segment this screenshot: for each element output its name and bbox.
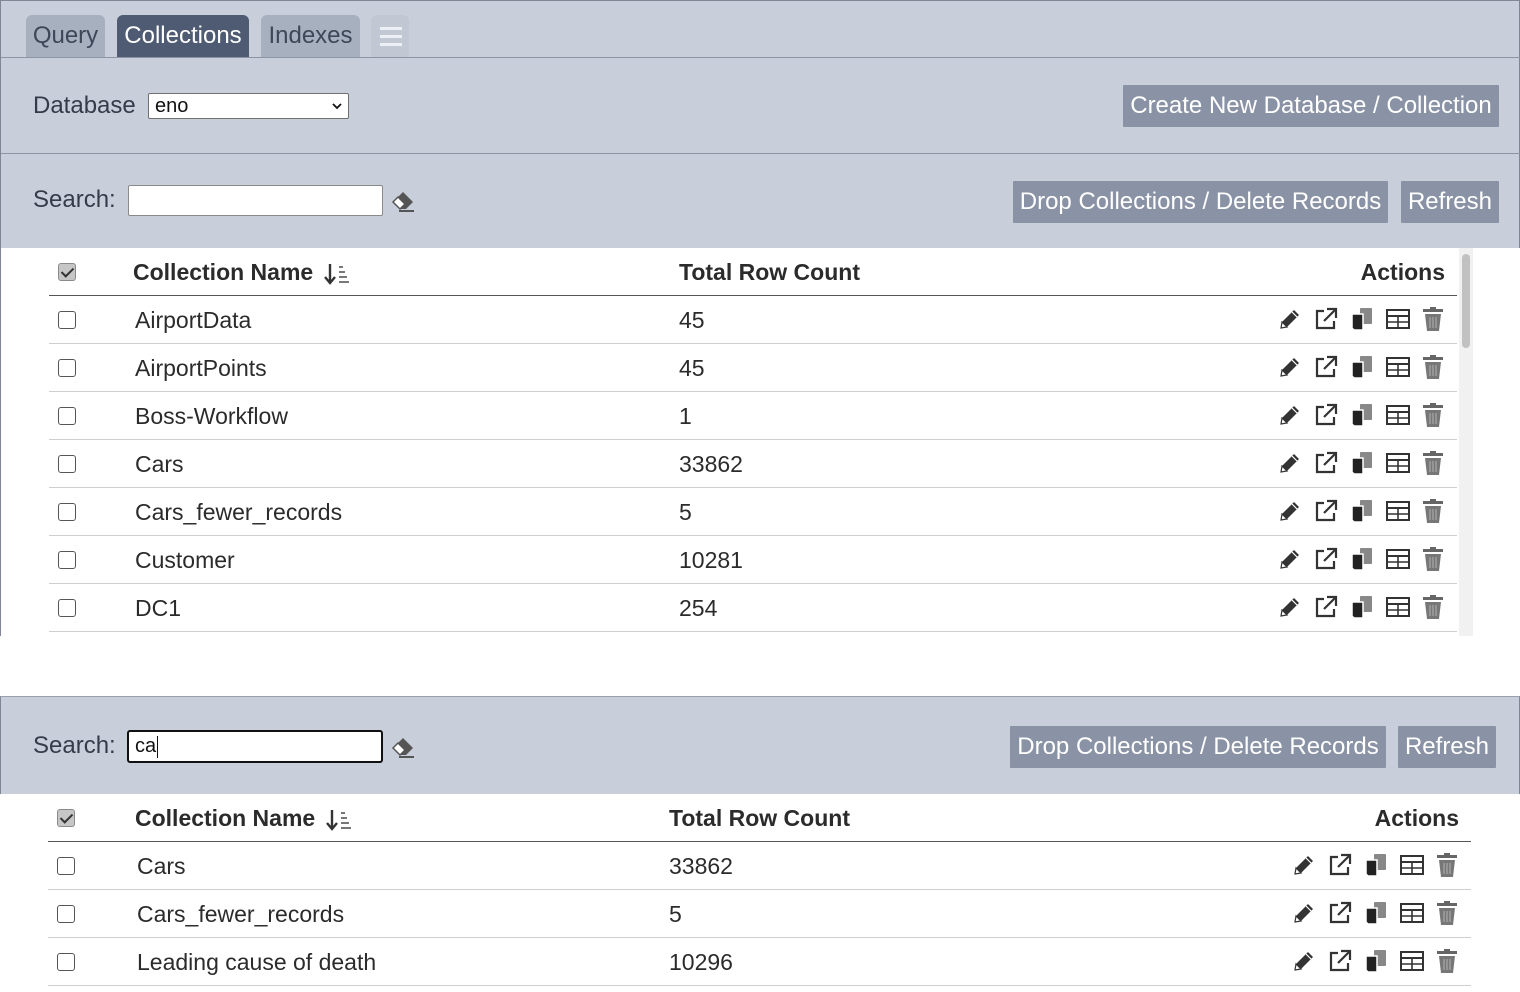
collection-name[interactable]: AirportData <box>135 296 251 344</box>
table-row: Cars 33862 <box>48 842 1471 890</box>
row-actions <box>1277 402 1447 430</box>
row-actions <box>1277 546 1447 574</box>
database-select[interactable]: eno <box>148 93 349 119</box>
search-input[interactable]: ca <box>127 730 383 763</box>
table-header: Collection Name Total Row Count Actions <box>49 248 1457 296</box>
row-count: 5 <box>669 901 682 927</box>
table-row: Boss-Workflow 1 <box>49 392 1457 440</box>
table-row: Cars 33862 <box>49 440 1457 488</box>
database-select-value: eno <box>155 95 189 117</box>
row-count: 33862 <box>679 451 743 477</box>
table-row: Leading cause of death 10296 <box>48 938 1471 986</box>
select-all-checkbox[interactable] <box>57 809 75 827</box>
search-input-value: ca <box>135 735 157 757</box>
row-checkbox[interactable] <box>57 857 75 875</box>
collection-name[interactable]: DC1 <box>135 584 181 632</box>
collections-panel: Query Collections Indexes Database eno C… <box>0 0 1520 248</box>
row-checkbox[interactable] <box>57 953 75 971</box>
collections-table: Collection Name Total Row Count Actions … <box>0 248 1520 636</box>
drop-collections-button[interactable]: Drop Collections / Delete Records <box>1010 726 1386 768</box>
search-input[interactable] <box>128 185 383 216</box>
column-header-name[interactable]: Collection Name <box>135 794 352 842</box>
search-label: Search: <box>33 186 116 213</box>
search-panel-filtered: Search: ca Drop Collections / Delete Rec… <box>0 696 1520 794</box>
table-row: DC1 254 <box>49 584 1457 632</box>
collection-name[interactable]: Cars <box>135 440 184 488</box>
tab-divider <box>1 57 1520 58</box>
row-checkbox[interactable] <box>58 599 76 617</box>
scrollbar[interactable] <box>1459 248 1473 636</box>
table-row: Customer 10281 <box>49 536 1457 584</box>
collection-name[interactable]: Cars <box>137 842 186 890</box>
row-actions <box>1291 852 1461 880</box>
row-actions <box>1291 900 1461 928</box>
select-all-checkbox[interactable] <box>58 263 76 281</box>
row-count: 1 <box>679 403 692 429</box>
row-actions <box>1277 498 1447 526</box>
row-count: 10296 <box>669 949 733 975</box>
row-count: 45 <box>679 355 705 381</box>
table-row: AirportData 45 <box>49 296 1457 344</box>
row-count: 33862 <box>669 853 733 879</box>
row-checkbox[interactable] <box>58 551 76 569</box>
table-row: AirportPoints 45 <box>49 344 1457 392</box>
scrollbar-thumb[interactable] <box>1462 254 1470 348</box>
tab-query[interactable]: Query <box>26 15 105 57</box>
column-header-actions: Actions <box>1374 805 1459 831</box>
create-database-collection-button[interactable]: Create New Database / Collection <box>1123 85 1499 127</box>
tab-indexes[interactable]: Indexes <box>261 15 360 57</box>
collection-name[interactable]: Customer <box>135 536 235 584</box>
collection-name[interactable]: AirportPoints <box>135 344 267 392</box>
collection-name[interactable]: Boss-Workflow <box>135 392 288 440</box>
row-checkbox[interactable] <box>58 503 76 521</box>
eraser-icon[interactable] <box>390 733 416 759</box>
row-checkbox[interactable] <box>58 407 76 425</box>
table-row: Cars_fewer_records 5 <box>49 488 1457 536</box>
column-header-name[interactable]: Collection Name <box>133 248 350 296</box>
sort-descending-icon[interactable] <box>325 808 352 832</box>
row-checkbox[interactable] <box>58 311 76 329</box>
row-checkbox[interactable] <box>57 905 75 923</box>
row-count: 254 <box>679 595 718 621</box>
section-divider <box>1 153 1520 154</box>
row-checkbox[interactable] <box>58 359 76 377</box>
row-checkbox[interactable] <box>58 455 76 473</box>
row-actions <box>1277 354 1447 382</box>
sort-descending-icon[interactable] <box>323 262 350 286</box>
refresh-button[interactable]: Refresh <box>1398 726 1496 768</box>
row-actions <box>1277 594 1447 622</box>
row-count: 5 <box>679 499 692 525</box>
eraser-icon[interactable] <box>390 187 416 213</box>
row-actions <box>1277 306 1447 334</box>
search-label: Search: <box>33 732 116 759</box>
database-label: Database <box>33 92 136 119</box>
row-actions <box>1277 450 1447 478</box>
list-icon[interactable] <box>371 15 409 57</box>
collections-table-filtered: Collection Name Total Row Count Actions … <box>0 794 1520 992</box>
chevron-down-icon <box>332 103 342 110</box>
row-actions <box>1291 948 1461 976</box>
collection-name[interactable]: Leading cause of death <box>137 938 376 986</box>
table-row: Cars_fewer_records 5 <box>48 890 1471 938</box>
column-header-count: Total Row Count <box>669 805 850 831</box>
collection-name[interactable]: Cars_fewer_records <box>137 890 344 938</box>
table-header: Collection Name Total Row Count Actions <box>48 794 1471 842</box>
row-count: 10281 <box>679 547 743 573</box>
tab-collections[interactable]: Collections <box>117 15 249 57</box>
column-header-actions: Actions <box>1360 259 1445 285</box>
drop-collections-button[interactable]: Drop Collections / Delete Records <box>1013 181 1388 223</box>
refresh-button[interactable]: Refresh <box>1401 181 1499 223</box>
collection-name[interactable]: Cars_fewer_records <box>135 488 342 536</box>
row-count: 45 <box>679 307 705 333</box>
column-header-count: Total Row Count <box>679 259 860 285</box>
